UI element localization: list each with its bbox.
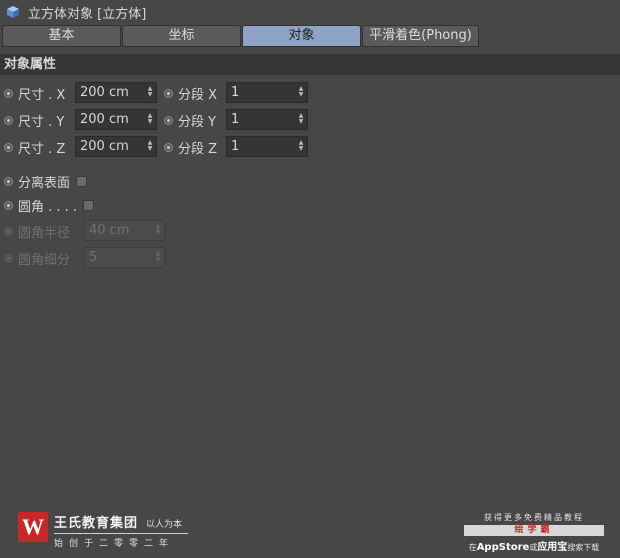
size-x-row: 尺寸 . X — [4, 82, 65, 104]
segments-z-row: 分段 Z — [164, 136, 217, 158]
download-prefix: 在 — [468, 543, 477, 552]
spinner-icon[interactable]: ▲ ▼ — [147, 86, 153, 99]
size-y-value: 200 cm — [80, 112, 129, 127]
download-info: 在AppStore或应用宝搜索下载 — [464, 538, 604, 553]
download-promo: 获得更多免费精品教程 — [484, 513, 584, 522]
size-y-label: 尺寸 . Y — [18, 114, 65, 130]
fillet-radius-input: 40 cm ▲ ▼ — [84, 220, 165, 241]
animate-radio — [4, 226, 13, 236]
fillet-label: 圆角 . . . . — [18, 199, 78, 215]
segments-z-input[interactable]: 1 ▲ ▼ — [226, 136, 308, 157]
separate-surfaces-checkbox[interactable] — [76, 175, 88, 187]
animate-radio[interactable] — [4, 88, 13, 98]
download-watermark: 获得更多免费精品教程 绘学霸 在AppStore或应用宝搜索下载 — [464, 512, 604, 553]
fillet-radius-value: 40 cm — [89, 223, 130, 238]
fillet-radius-row: 圆角半径 — [4, 220, 70, 242]
brand-watermark: W 王氏教育集团 以人为本 始创于二零零二年 — [18, 512, 188, 549]
size-y-input[interactable]: 200 cm ▲ ▼ — [75, 109, 157, 130]
tab-basic[interactable]: 基本 — [2, 25, 121, 47]
tab-phong[interactable]: 平滑着色(Phong) — [362, 25, 479, 47]
section-header-object-properties: 对象属性 — [0, 54, 620, 75]
tab-bar: 基本 坐标 对象 平滑着色(Phong) — [2, 25, 480, 47]
animate-radio[interactable] — [4, 142, 13, 152]
animate-radio[interactable] — [4, 176, 13, 186]
spinner-icon: ▲ ▼ — [155, 250, 161, 263]
spinner-icon[interactable]: ▲ ▼ — [298, 86, 304, 99]
spinner-icon[interactable]: ▲ ▼ — [298, 113, 304, 126]
size-z-row: 尺寸 . Z — [4, 136, 65, 158]
fillet-subdivision-row: 圆角细分 — [4, 247, 70, 269]
segments-x-input[interactable]: 1 ▲ ▼ — [226, 82, 308, 103]
animate-radio[interactable] — [164, 115, 173, 125]
panel-title: 立方体对象 [立方体] — [28, 6, 147, 22]
brand-founded: 始创于二零零二年 — [54, 539, 175, 549]
fillet-radius-label: 圆角半径 — [18, 225, 71, 241]
segments-x-label: 分段 X — [178, 87, 218, 103]
tab-coordinates[interactable]: 坐标 — [122, 25, 241, 47]
fillet-subdivision-input: 5 ▲ ▼ — [84, 247, 165, 268]
segments-y-value: 1 — [231, 112, 240, 127]
separate-surfaces-label: 分离表面 — [18, 175, 71, 191]
fillet-row: 圆角 . . . . — [4, 194, 95, 216]
spinner-icon[interactable]: ▲ ▼ — [298, 140, 304, 153]
tab-object[interactable]: 对象 — [242, 25, 361, 47]
cube-icon — [7, 6, 19, 18]
animate-radio — [4, 253, 13, 263]
spinner-icon[interactable]: ▲ ▼ — [147, 140, 153, 153]
segments-y-label: 分段 Y — [178, 114, 217, 130]
store2-name: 应用宝 — [537, 542, 568, 553]
animate-radio[interactable] — [164, 88, 173, 98]
fillet-checkbox[interactable] — [83, 199, 95, 211]
spinner-icon[interactable]: ▲ ▼ — [147, 113, 153, 126]
separate-surfaces-row: 分离表面 — [4, 170, 88, 192]
brand-text-block: 王氏教育集团 以人为本 始创于二零零二年 — [54, 512, 188, 549]
fillet-subdivision-value: 5 — [89, 250, 98, 265]
fillet-subdivision-label: 圆角细分 — [18, 252, 71, 268]
segments-z-label: 分段 Z — [178, 141, 218, 157]
brand-slogan: 以人为本 — [146, 520, 183, 530]
brand-divider — [54, 533, 188, 534]
title-bar: 立方体对象 [立方体] — [0, 0, 620, 24]
segments-y-input[interactable]: 1 ▲ ▼ — [226, 109, 308, 130]
segments-x-row: 分段 X — [164, 82, 217, 104]
size-z-value: 200 cm — [80, 139, 129, 154]
animate-radio[interactable] — [164, 142, 173, 152]
download-suffix: 搜索下载 — [567, 543, 600, 552]
size-y-row: 尺寸 . Y — [4, 109, 64, 131]
animate-radio[interactable] — [4, 115, 13, 125]
brand-name: 王氏教育集团 — [54, 516, 139, 531]
brand-logo: W — [18, 512, 48, 542]
animate-radio[interactable] — [4, 200, 13, 210]
size-x-input[interactable]: 200 cm ▲ ▼ — [75, 82, 157, 103]
segments-z-value: 1 — [231, 139, 240, 154]
size-z-input[interactable]: 200 cm ▲ ▼ — [75, 136, 157, 157]
segments-y-row: 分段 Y — [164, 109, 216, 131]
spinner-icon: ▲ ▼ — [155, 223, 161, 236]
appstore-name: AppStore — [476, 542, 530, 553]
size-x-label: 尺寸 . X — [18, 87, 66, 103]
size-z-label: 尺寸 . Z — [18, 141, 66, 157]
segments-x-value: 1 — [231, 85, 240, 100]
size-x-value: 200 cm — [80, 85, 129, 100]
app-name-badge: 绘学霸 — [464, 525, 604, 536]
